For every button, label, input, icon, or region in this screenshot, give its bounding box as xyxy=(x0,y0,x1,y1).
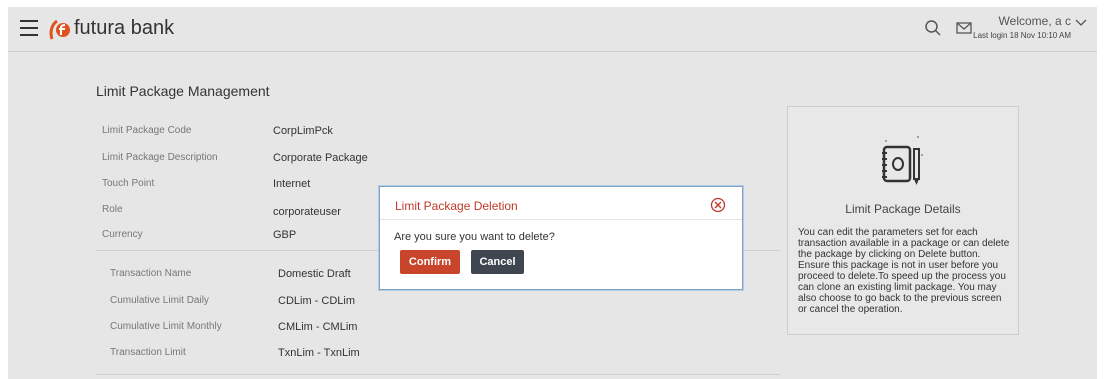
detail-value: Internet xyxy=(273,178,311,190)
transaction-label: Transaction Name xyxy=(110,268,192,279)
mail-icon[interactable] xyxy=(956,21,972,35)
close-circle-icon[interactable] xyxy=(710,197,726,213)
detail-label: Limit Package Code xyxy=(102,125,192,136)
detail-label: Touch Point xyxy=(102,178,155,189)
dialog-message: Are you sure you want to delete? xyxy=(394,231,555,243)
menu-icon[interactable] xyxy=(20,20,38,36)
limit-package-info-panel: Limit Package Details You can edit the p… xyxy=(787,106,1019,335)
transaction-label: Cumulative Limit Monthly xyxy=(110,321,222,332)
detail-label: Limit Package Description xyxy=(102,152,218,163)
dialog-title: Limit Package Deletion xyxy=(395,199,518,213)
futura-logo-icon xyxy=(49,19,70,40)
detail-value: CorpLimPck xyxy=(273,125,333,137)
transaction-value: TxnLim - TxnLim xyxy=(278,347,360,359)
chevron-down-icon[interactable] xyxy=(1075,19,1087,27)
detail-label: Role xyxy=(102,204,123,215)
page-title: Limit Package Management xyxy=(96,83,270,99)
side-panel-title: Limit Package Details xyxy=(845,202,961,216)
confirm-button[interactable]: Confirm xyxy=(400,250,460,274)
transaction-value: Domestic Draft xyxy=(278,268,351,280)
last-login-text: Last login 18 Nov 10:10 AM xyxy=(973,31,1071,40)
detail-value: Corporate Package xyxy=(273,152,368,164)
section-divider xyxy=(96,374,780,375)
transaction-value: CDLim - CDLim xyxy=(278,295,355,307)
brand-name[interactable]: futura bank xyxy=(74,17,174,40)
detail-value: corporateuser xyxy=(273,206,341,218)
side-panel-description: You can edit the parameters set for each… xyxy=(798,227,1010,315)
welcome-text[interactable]: Welcome, a c xyxy=(999,14,1071,28)
transaction-label: Cumulative Limit Daily xyxy=(110,295,209,306)
search-icon[interactable] xyxy=(924,19,942,37)
dialog-divider xyxy=(380,219,742,220)
transaction-value: CMLim - CMLim xyxy=(278,321,358,333)
detail-label: Currency xyxy=(102,229,143,240)
top-header: futura bank Welcome, a c Last login 18 N… xyxy=(8,7,1097,52)
detail-value: GBP xyxy=(273,229,297,241)
delete-confirmation-dialog: Limit Package Deletion Are you sure you … xyxy=(379,186,743,290)
cancel-button[interactable]: Cancel xyxy=(471,250,524,274)
transaction-label: Transaction Limit xyxy=(110,347,186,358)
notebook-icon xyxy=(882,136,923,185)
